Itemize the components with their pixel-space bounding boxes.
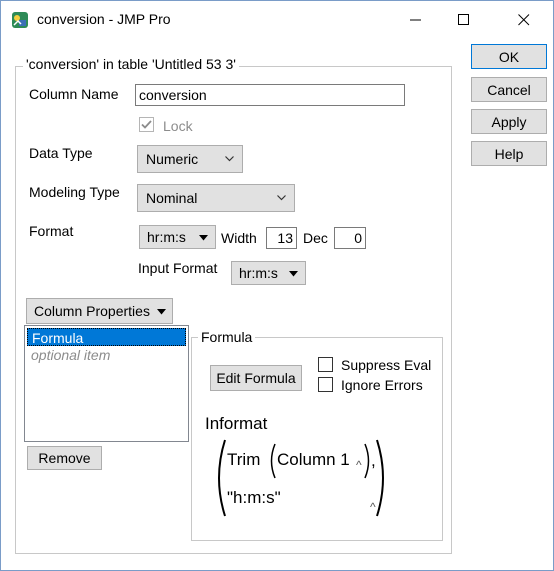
minimize-button[interactable] — [393, 1, 439, 39]
input-format-value: hr:m:s — [239, 265, 278, 281]
remove-button[interactable]: Remove — [27, 446, 102, 470]
column-argument: Column 1 — [277, 450, 350, 469]
help-button[interactable]: Help — [471, 141, 547, 166]
close-icon — [518, 14, 530, 26]
ok-button[interactable]: OK — [471, 44, 547, 69]
width-input[interactable] — [266, 227, 297, 249]
chevron-down-icon — [225, 156, 234, 162]
title-bar[interactable]: conversion - JMP Pro — [1, 1, 553, 39]
maximize-button[interactable] — [441, 1, 487, 39]
chevron-down-icon — [277, 195, 286, 201]
modeling-type-dropdown[interactable]: Nominal — [137, 184, 295, 212]
open-paren-small — [270, 443, 276, 479]
properties-list[interactable]: Formula optional item — [24, 325, 189, 442]
apply-button[interactable]: Apply — [471, 109, 547, 134]
format-string: "h:m:s" — [227, 488, 281, 507]
data-type-label: Data Type — [29, 145, 93, 161]
caret-down-icon — [199, 235, 208, 241]
dec-input[interactable] — [334, 227, 366, 249]
modeling-type-label: Modeling Type — [29, 184, 120, 200]
data-type-value: Numeric — [146, 151, 199, 167]
close-paren-large — [376, 439, 384, 517]
column-name-input[interactable] — [135, 84, 405, 106]
format-dropdown[interactable]: hr:m:s — [139, 225, 216, 249]
lock-label: Lock — [163, 118, 193, 134]
close-button[interactable] — [501, 1, 547, 39]
formula-group-label: Formula — [198, 329, 256, 345]
column-properties-label: Column Properties — [34, 303, 150, 319]
input-format-dropdown[interactable]: hr:m:s — [231, 261, 306, 285]
trim-function: Trim — [227, 450, 261, 469]
modeling-type-value: Nominal — [146, 190, 198, 206]
lock-checkbox[interactable] — [139, 117, 154, 132]
cancel-button[interactable]: Cancel — [471, 77, 547, 102]
list-item-formula[interactable]: Formula — [27, 328, 186, 346]
column-group-label: 'conversion' in table 'Untitled 53 3' — [23, 56, 239, 72]
edit-formula-button[interactable]: Edit Formula — [210, 365, 302, 391]
suppress-eval-checkbox[interactable] — [318, 357, 333, 372]
minimize-icon — [410, 19, 421, 21]
insertion-caret: ^ — [356, 458, 362, 472]
input-format-label: Input Format — [138, 260, 218, 276]
jmp-app-icon — [11, 11, 29, 29]
data-type-dropdown[interactable]: Numeric — [137, 145, 243, 173]
list-item-optional[interactable]: optional item — [27, 346, 186, 364]
width-label: Width — [221, 230, 257, 246]
checkmark-icon — [141, 120, 152, 129]
open-paren-large — [218, 439, 226, 517]
suppress-eval-label: Suppress Eval — [341, 357, 432, 373]
caret-down-icon — [157, 309, 166, 315]
caret-down-icon — [289, 271, 298, 277]
dialog-window: conversion - JMP Pro 'conversion' in tab… — [0, 0, 554, 571]
column-name-label: Column Name — [29, 86, 119, 102]
format-label: Format — [29, 223, 74, 239]
ignore-errors-label: Ignore Errors — [341, 377, 423, 393]
ignore-errors-checkbox[interactable] — [318, 377, 333, 392]
dec-label: Dec — [303, 230, 328, 246]
column-properties-dropdown[interactable]: Column Properties — [26, 298, 173, 324]
informat-function: Informat — [205, 414, 268, 433]
format-value: hr:m:s — [147, 229, 186, 245]
maximize-icon — [458, 14, 469, 25]
window-title: conversion - JMP Pro — [37, 11, 171, 27]
